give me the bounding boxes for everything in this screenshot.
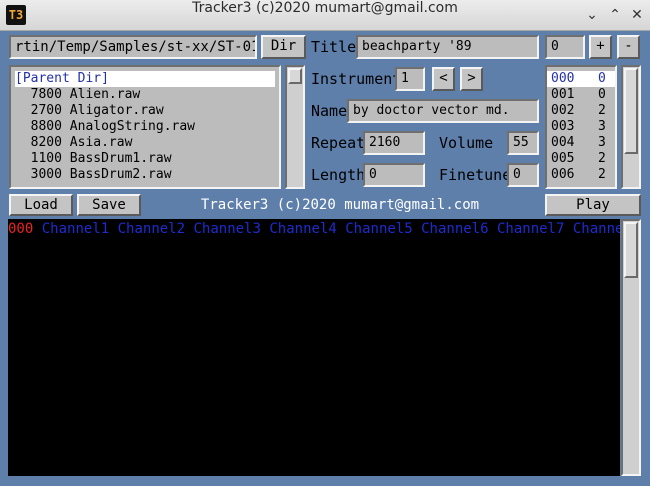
collapse-icon[interactable]: ⌄ — [584, 7, 600, 23]
restore-icon[interactable]: ⌃ — [607, 7, 623, 23]
prev-instrument-button[interactable]: < — [432, 67, 455, 91]
channel-label: Channel5 — [345, 221, 413, 237]
title-bar: T3 Tracker3 (c)2020 mumart@gmail.com ⌄ ⌃… — [0, 0, 650, 31]
pattern-scroll-thumb[interactable] — [624, 222, 638, 278]
next-instrument-button[interactable]: > — [460, 67, 483, 91]
sequence-scroll-thumb[interactable] — [624, 68, 638, 154]
finetune-label: Finetune — [439, 166, 512, 184]
file-list-item[interactable]: 1100 BassDrum1.raw — [11, 151, 279, 167]
save-button[interactable]: Save — [77, 194, 141, 216]
instrument-name-field[interactable]: by doctor vector md. — [347, 99, 539, 123]
close-icon[interactable]: ✕ — [629, 7, 645, 23]
channel-label: Channel2 — [117, 221, 186, 237]
current-row-number: 000 — [8, 221, 34, 237]
file-list-item[interactable]: 3000 BassDrum2.raw — [11, 167, 279, 183]
sequence-item[interactable]: 002 2 — [547, 103, 615, 119]
play-button[interactable]: Play — [545, 194, 641, 216]
minus-button[interactable]: - — [617, 35, 640, 59]
channel-label: Channel1 — [41, 221, 110, 237]
pattern-editor[interactable]: 000 Channel1 Channel2 Channel3 Channel4 … — [8, 219, 620, 476]
channel-label: Channel6 — [421, 221, 489, 237]
file-list-scroll-thumb[interactable] — [288, 68, 302, 84]
sequence-item[interactable]: 001 0 — [547, 87, 615, 103]
file-list-item[interactable]: 2700 Aligator.raw — [11, 103, 279, 119]
instrument-label: Instrument — [311, 70, 402, 88]
finetune-field[interactable]: 0 — [507, 163, 539, 187]
pattern-scrollbar[interactable] — [621, 219, 641, 476]
name-label: Name — [311, 102, 348, 120]
length-field[interactable]: 0 — [363, 163, 425, 187]
file-list-scrollbar[interactable] — [285, 65, 305, 189]
repeat-field[interactable]: 2160 — [363, 131, 425, 155]
volume-field[interactable]: 55 — [507, 131, 539, 155]
status-text: Tracker3 (c)2020 mumart@gmail.com — [200, 197, 480, 213]
load-button[interactable]: Load — [9, 194, 73, 216]
song-title-field[interactable]: beachparty '89 — [356, 35, 539, 59]
file-list-item[interactable]: 7800 Alien.raw — [11, 87, 279, 103]
title-label: Title — [311, 38, 357, 56]
sequence-item[interactable]: 004 3 — [547, 135, 615, 151]
sequence-item[interactable]: 005 2 — [547, 151, 615, 167]
file-list-item[interactable]: [Parent Dir] — [15, 71, 275, 87]
length-label: Length — [311, 166, 366, 184]
channel-label: Channel3 — [193, 221, 261, 237]
position-field[interactable]: 0 — [545, 35, 585, 59]
dir-button[interactable]: Dir — [261, 35, 306, 59]
sequence-list[interactable]: 000 0 001 0 002 2 003 3 004 3 005 2 006 … — [545, 65, 617, 189]
sequence-item[interactable]: 003 3 — [547, 119, 615, 135]
file-list[interactable]: [Parent Dir] 7800 Alien.raw 2700 Aligato… — [9, 65, 281, 189]
sequence-item[interactable]: 006 2 — [547, 167, 615, 183]
file-list-item[interactable]: 8200 Asia.raw — [11, 135, 279, 151]
sequence-scrollbar[interactable] — [621, 65, 641, 189]
channel-header: 000 Channel1 Channel2 Channel3 Channel4 … — [8, 221, 620, 237]
file-list-item[interactable]: 8800 AnalogString.raw — [11, 119, 279, 135]
instrument-number-field[interactable]: 1 — [395, 67, 425, 91]
volume-label: Volume — [439, 134, 494, 152]
plus-button[interactable]: + — [589, 35, 612, 59]
path-field[interactable]: rtin/Temp/Samples/st-xx/ST-01 — [9, 35, 257, 59]
window-title: Tracker3 (c)2020 mumart@gmail.com — [192, 0, 458, 16]
sequence-item[interactable]: 000 0 — [547, 71, 615, 87]
channel-label: Channel8 — [572, 221, 620, 237]
channel-label: Channel4 — [269, 221, 337, 237]
repeat-label: Repeat — [311, 134, 366, 152]
channel-label: Channel7 — [496, 221, 565, 237]
